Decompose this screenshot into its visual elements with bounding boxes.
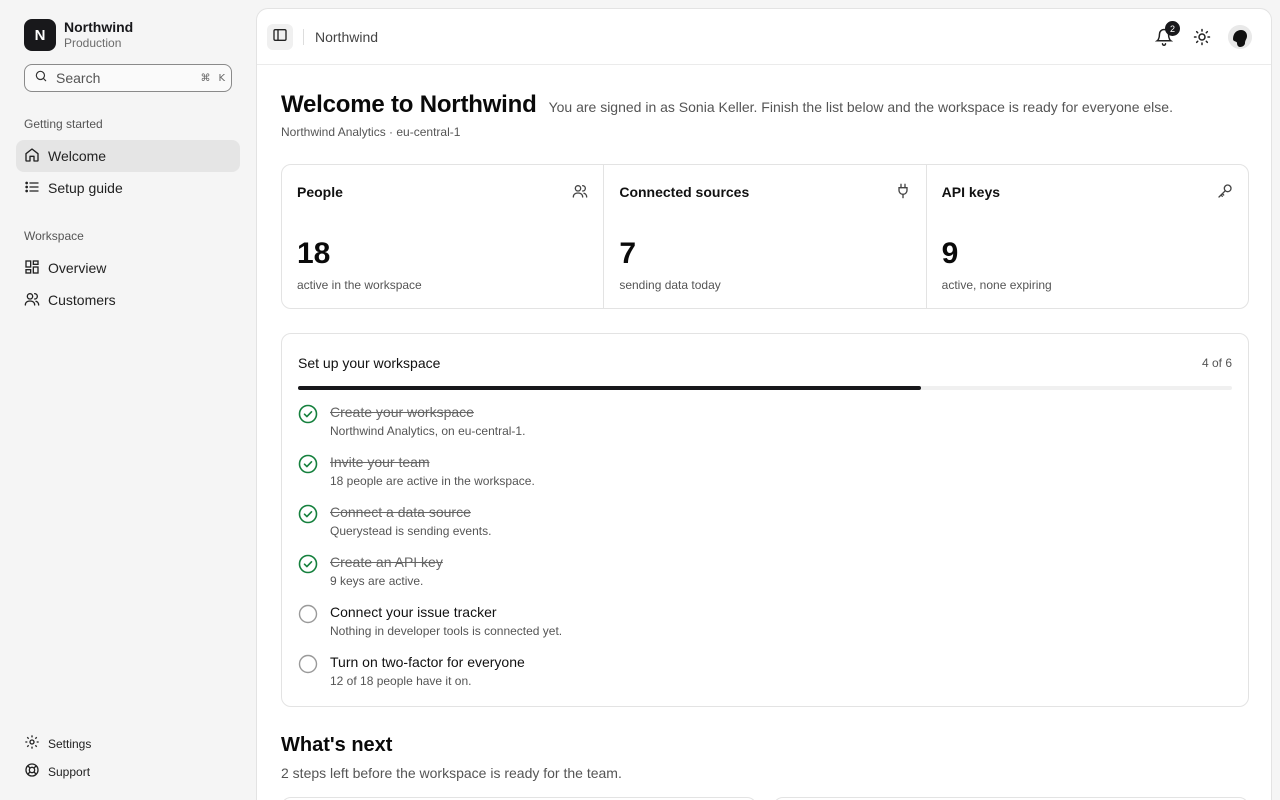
users-icon [572,183,588,204]
checklist-progress-bar [298,386,1232,390]
workspace-switcher[interactable]: N Northwind Production [24,19,133,51]
stat-card-connected-sources: Connected sources 7 sending data today [604,165,927,308]
sidebar-item-label: Customers [48,292,116,308]
task-description: 12 of 18 people have it on. [330,674,472,688]
sidebar-item-label: Welcome [48,148,107,164]
check-circle-icon [298,554,318,574]
sidebar-item-support[interactable]: Support [24,762,90,781]
sidebar-item-customers[interactable]: Customers [16,284,240,316]
sidebar-item-overview[interactable]: Overview [16,252,240,284]
setup-checklist: Set up your workspace 4 of 6 Create your… [281,333,1249,707]
sidebar-item-label: Overview [48,260,107,276]
sidebar-item-welcome[interactable]: Welcome [16,140,240,172]
check-circle-icon [298,504,318,524]
notification-count-badge: 2 [1165,21,1180,36]
task-title: Connect your issue tracker [330,604,497,620]
checklist-task[interactable]: Create your workspace Northwind Analytics… [298,402,1198,442]
home-icon [24,147,48,166]
nav-group-label: Workspace [24,229,84,243]
sidebar-toggle-icon [272,27,288,48]
grid-icon [24,259,48,278]
stat-label: People [297,184,343,200]
toggle-sidebar-button[interactable] [267,24,293,50]
theme-toggle-button[interactable] [1193,28,1211,51]
stat-description: active in the workspace [297,278,422,292]
nav-group-label: Getting started [24,117,103,131]
checklist-title: Set up your workspace [298,355,441,371]
stat-value: 7 [619,237,637,270]
task-description: Querystead is sending events. [330,524,492,538]
users-icon [24,291,48,310]
gear-icon [24,734,48,753]
sidebar-item-label: Settings [48,736,92,751]
task-title: Turn on two-factor for everyone [330,654,525,670]
whats-next-title: What's next [281,734,393,756]
page-title: Welcome to Northwind [281,91,537,118]
key-icon [1217,183,1233,204]
workspace-meta: Northwind Analytics · eu-central-1 [281,125,461,139]
stats-panel: People 18 active in the workspace Connec… [281,164,1249,309]
divider [303,29,304,45]
main-panel: Northwind 2 Welcome to Northwind You are… [256,8,1272,800]
sun-icon [1193,28,1211,50]
workspace-name: Northwind [64,19,134,36]
page-subtitle: You are signed in as Sonia Keller. Finis… [548,99,1173,115]
task-description: Nothing in developer tools is connected … [330,624,563,638]
stat-card-people: People 18 active in the workspace [282,165,605,308]
checklist-progress-count: 4 of 6 [1201,356,1232,370]
stat-description: sending data today [619,278,721,292]
stat-value: 18 [297,237,331,270]
empty-circle-icon [298,654,318,674]
checklist-task[interactable]: Connect a data source Querystead is sendi… [298,502,1198,542]
stat-label: API keys [941,184,1001,200]
task-title: Invite your team [330,454,430,470]
task-description: Northwind Analytics, on eu-central-1. [330,424,526,438]
whats-next-subtitle: 2 steps left before the workspace is rea… [281,765,622,781]
sidebar: N Northwind Production Search ⌘ K Gettin… [0,0,256,800]
sidebar-item-setup-guide[interactable]: Setup guide [16,172,240,204]
topbar: Northwind 2 [257,9,1271,65]
checklist-task[interactable]: Invite your team 18 people are active in … [298,452,1198,492]
shortcut-cmd: ⌘ [200,72,211,84]
search-icon [34,69,48,88]
progress-fill [298,386,921,390]
search-input[interactable]: Search ⌘ K [24,64,232,92]
task-description: 18 people are active in the workspace. [330,474,535,488]
task-description: 9 keys are active. [330,574,424,588]
check-circle-icon [298,454,318,474]
search-placeholder: Search [56,70,101,86]
stat-label: Connected sources [619,184,750,200]
plug-icon [895,183,911,204]
workspace-environment: Production [64,36,122,51]
checklist-task[interactable]: Connect your issue tracker Nothing in dev… [298,602,1198,642]
stat-description: active, none expiring [941,278,1052,292]
checklist-task[interactable]: Turn on two-factor for everyone 12 of 18 … [298,652,1198,692]
stat-card-api-keys: API keys 9 active, none expiring [927,165,1248,308]
sidebar-item-settings[interactable]: Settings [24,734,91,753]
list-icon [24,179,48,198]
workspace-logo: N [24,19,56,51]
task-title: Create your workspace [330,404,474,420]
task-title: Connect a data source [330,504,471,520]
sidebar-item-label: Support [48,764,91,779]
task-title: Create an API key [330,554,443,570]
check-circle-icon [298,404,318,424]
sidebar-item-label: Setup guide [48,180,123,196]
checklist-task[interactable]: Create an API key 9 keys are active. [298,552,1198,592]
user-avatar[interactable] [1228,25,1252,49]
empty-circle-icon [298,604,318,624]
shortcut-k: K [218,72,225,84]
breadcrumb[interactable]: Northwind [315,29,378,45]
lifebuoy-icon [24,762,48,781]
stat-value: 9 [941,237,959,270]
